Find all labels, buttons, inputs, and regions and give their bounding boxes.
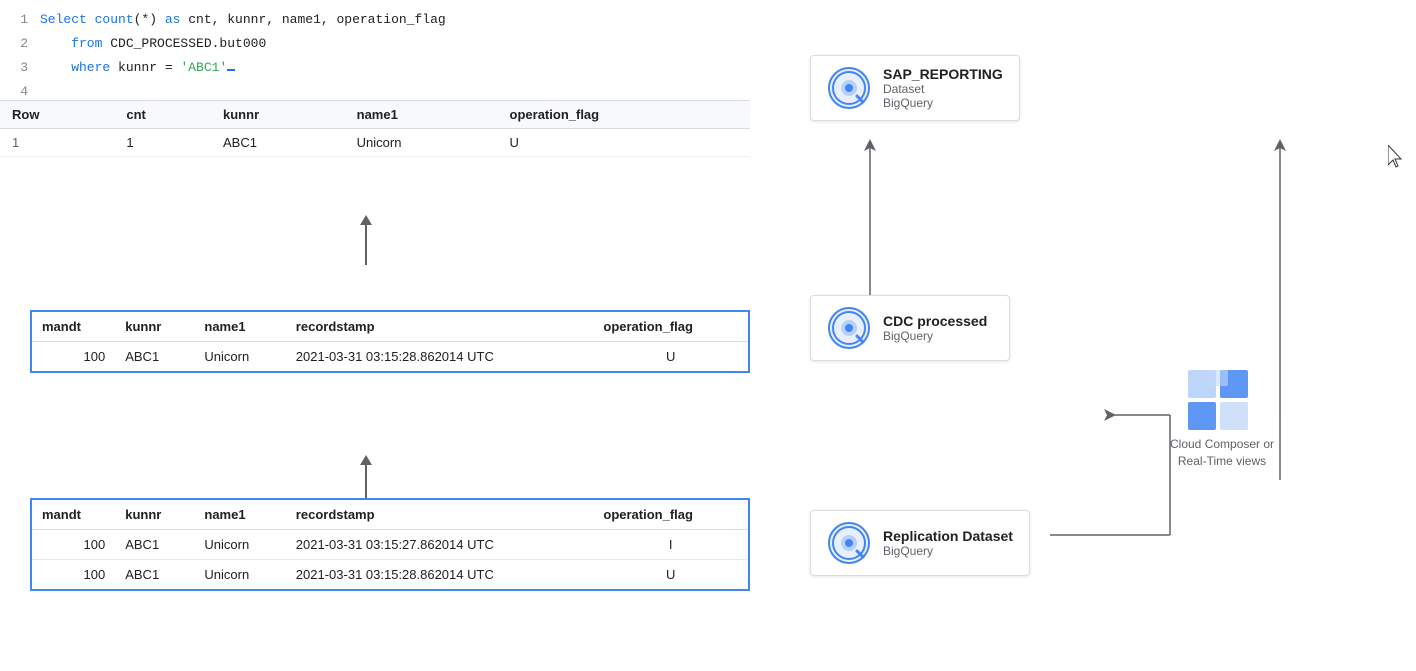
sap-reporting-title: SAP_REPORTING xyxy=(883,66,1003,82)
cell-row-1: 1 xyxy=(0,129,114,157)
rep-col-kunnr: kunnr xyxy=(115,500,194,530)
cell-cnt-1: 1 xyxy=(114,129,211,157)
cdc-processed-info: CDC processed BigQuery xyxy=(883,313,987,343)
sap-reporting-subtitle: Dataset xyxy=(883,82,1003,96)
sap-reporting-info: SAP_REPORTING Dataset BigQuery xyxy=(883,66,1003,110)
col-name1: name1 xyxy=(345,101,498,129)
cdc-processed-title: CDC processed xyxy=(883,313,987,329)
sap-reporting-box: SAP_REPORTING Dataset BigQuery xyxy=(810,55,1020,121)
rep-cell-name1-2: Unicorn xyxy=(194,560,285,590)
rep-cell-kunnr-1: ABC1 xyxy=(115,530,194,560)
replication-box: Replication Dataset BigQuery xyxy=(810,510,1030,576)
result-row-1: 1 1 ABC1 Unicorn U xyxy=(0,129,750,157)
replication-type: BigQuery xyxy=(883,544,1013,558)
bigquery-icon-replication xyxy=(827,521,871,565)
sql-line-1: 1 Select count(*) as cnt, kunnr, name1, … xyxy=(0,8,750,32)
cdc-col-mandt: mandt xyxy=(32,312,115,342)
cdc-col-operation-flag: operation_flag xyxy=(593,312,748,342)
rep-col-mandt: mandt xyxy=(32,500,115,530)
bigquery-icon-sap xyxy=(827,66,871,110)
sql-line-3: 3 where kunnr = 'ABC1' xyxy=(0,56,750,80)
rep-cell-opflag-1: I xyxy=(593,530,748,560)
rep-table-header: mandt kunnr name1 recordstamp operation_… xyxy=(32,500,748,530)
cdc-cell-name1-1: Unicorn xyxy=(194,342,285,372)
cdc-col-name1: name1 xyxy=(194,312,285,342)
sap-reporting-type: BigQuery xyxy=(883,96,1003,110)
cdc-processed-type: BigQuery xyxy=(883,329,987,343)
rep-table: mandt kunnr name1 recordstamp operation_… xyxy=(32,500,748,589)
cell-opflag-1: U xyxy=(498,129,750,157)
col-operation-flag: operation_flag xyxy=(498,101,750,129)
cdc-cell-opflag-1: U xyxy=(593,342,748,372)
composer-icon xyxy=(1188,370,1256,430)
rep-cell-mandt-1: 100 xyxy=(32,530,115,560)
cdc-table: mandt kunnr name1 recordstamp operation_… xyxy=(32,312,748,371)
rep-cell-kunnr-2: ABC1 xyxy=(115,560,194,590)
rep-cell-recordstamp-1: 2021-03-31 03:15:27.862014 UTC xyxy=(286,530,594,560)
cdc-col-recordstamp: recordstamp xyxy=(286,312,594,342)
rep-row-2: 100 ABC1 Unicorn 2021-03-31 03:15:28.862… xyxy=(32,560,748,590)
col-row: Row xyxy=(0,101,114,129)
rep-cell-recordstamp-2: 2021-03-31 03:15:28.862014 UTC xyxy=(286,560,594,590)
sql-code-1: Select count(*) as cnt, kunnr, name1, op… xyxy=(40,8,750,32)
sql-code-2: from CDC_PROCESSED.but000 xyxy=(40,32,750,56)
result-table-wrapper: Row cnt kunnr name1 operation_flag 1 1 A… xyxy=(0,100,750,157)
sql-editor[interactable]: 1 Select count(*) as cnt, kunnr, name1, … xyxy=(0,0,750,112)
col-kunnr: kunnr xyxy=(211,101,345,129)
rep-cell-mandt-2: 100 xyxy=(32,560,115,590)
cdc-table-header: mandt kunnr name1 recordstamp operation_… xyxy=(32,312,748,342)
cdc-cell-kunnr-1: ABC1 xyxy=(115,342,194,372)
rep-cell-opflag-2: U xyxy=(593,560,748,590)
sql-code-3: where kunnr = 'ABC1' xyxy=(40,56,750,80)
arrow-head-1 xyxy=(360,215,372,225)
rep-col-recordstamp: recordstamp xyxy=(286,500,594,530)
rep-table-wrapper: mandt kunnr name1 recordstamp operation_… xyxy=(30,498,750,591)
sql-line-2: 2 from CDC_PROCESSED.but000 xyxy=(0,32,750,56)
cdc-cell-mandt-1: 100 xyxy=(32,342,115,372)
diagram-panel: SAP_REPORTING Dataset BigQuery CDC proce… xyxy=(790,0,1416,671)
cell-name1-1: Unicorn xyxy=(345,129,498,157)
cdc-processed-box: CDC processed BigQuery xyxy=(810,295,1010,361)
line-number-3: 3 xyxy=(0,56,40,80)
rep-col-operation-flag: operation_flag xyxy=(593,500,748,530)
replication-title: Replication Dataset xyxy=(883,528,1013,544)
arrow-head-2 xyxy=(360,455,372,465)
cdc-col-kunnr: kunnr xyxy=(115,312,194,342)
cdc-row-1: 100 ABC1 Unicorn 2021-03-31 03:15:28.862… xyxy=(32,342,748,372)
result-table-header: Row cnt kunnr name1 operation_flag xyxy=(0,101,750,129)
replication-info: Replication Dataset BigQuery xyxy=(883,528,1013,558)
cdc-cell-recordstamp-1: 2021-03-31 03:15:28.862014 UTC xyxy=(286,342,594,372)
bigquery-icon-cdc xyxy=(827,306,871,350)
composer-label: Cloud Composer orReal-Time views xyxy=(1170,436,1274,470)
cdc-table-wrapper: mandt kunnr name1 recordstamp operation_… xyxy=(30,310,750,373)
col-cnt: cnt xyxy=(114,101,211,129)
cell-kunnr-1: ABC1 xyxy=(211,129,345,157)
composer-box: Cloud Composer orReal-Time views xyxy=(1170,370,1274,470)
arrow-shaft-1 xyxy=(365,225,367,265)
line-number-1: 1 xyxy=(0,8,40,32)
rep-row-1: 100 ABC1 Unicorn 2021-03-31 03:15:27.862… xyxy=(32,530,748,560)
arrow-up-1 xyxy=(360,215,372,265)
line-number-2: 2 xyxy=(0,32,40,56)
rep-col-name1: name1 xyxy=(194,500,285,530)
result-table: Row cnt kunnr name1 operation_flag 1 1 A… xyxy=(0,100,750,157)
rep-cell-name1-1: Unicorn xyxy=(194,530,285,560)
cursor-icon xyxy=(1388,145,1406,169)
